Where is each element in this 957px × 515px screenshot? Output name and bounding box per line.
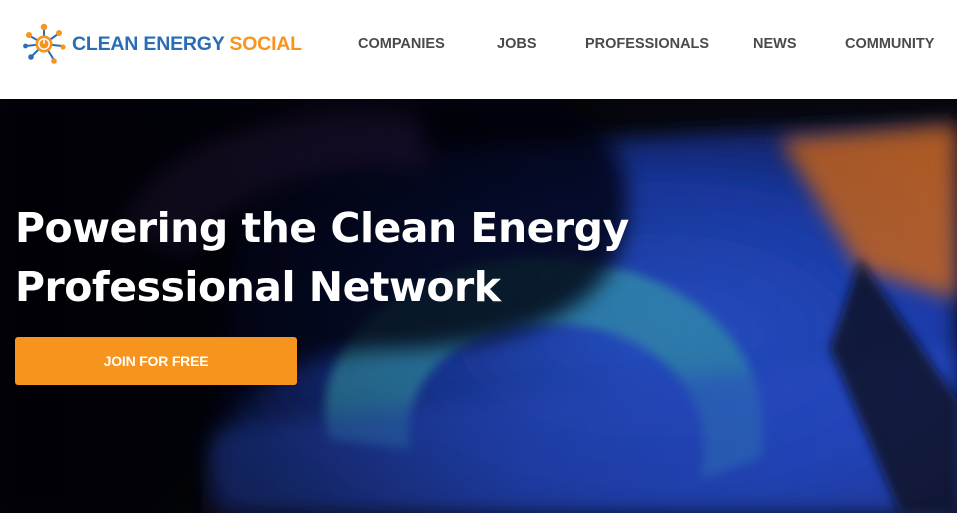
join-for-free-button[interactable]: JOIN FOR FREE xyxy=(15,337,297,385)
nav-item-companies[interactable]: COMPANIES xyxy=(358,36,445,52)
hero-title-line2: Professional Network xyxy=(15,263,501,311)
hero-section: Powering the Clean Energy Professional N… xyxy=(0,99,957,513)
nav-item-community[interactable]: COMMUNITY xyxy=(845,36,934,52)
main-nav: COMPANIES JOBS PROFESSIONALS NEWS COMMUN… xyxy=(0,0,957,99)
nav-item-news[interactable]: NEWS xyxy=(753,36,797,52)
site-header: CLEAN ENERGY SOCIAL COMPANIES JOBS PROFE… xyxy=(0,0,957,99)
nav-item-jobs[interactable]: JOBS xyxy=(497,36,537,52)
nav-item-professionals[interactable]: PROFESSIONALS xyxy=(585,36,709,52)
hero-title-line1: Powering the Clean Energy xyxy=(15,204,629,252)
hero-title: Powering the Clean Energy Professional N… xyxy=(15,199,775,317)
